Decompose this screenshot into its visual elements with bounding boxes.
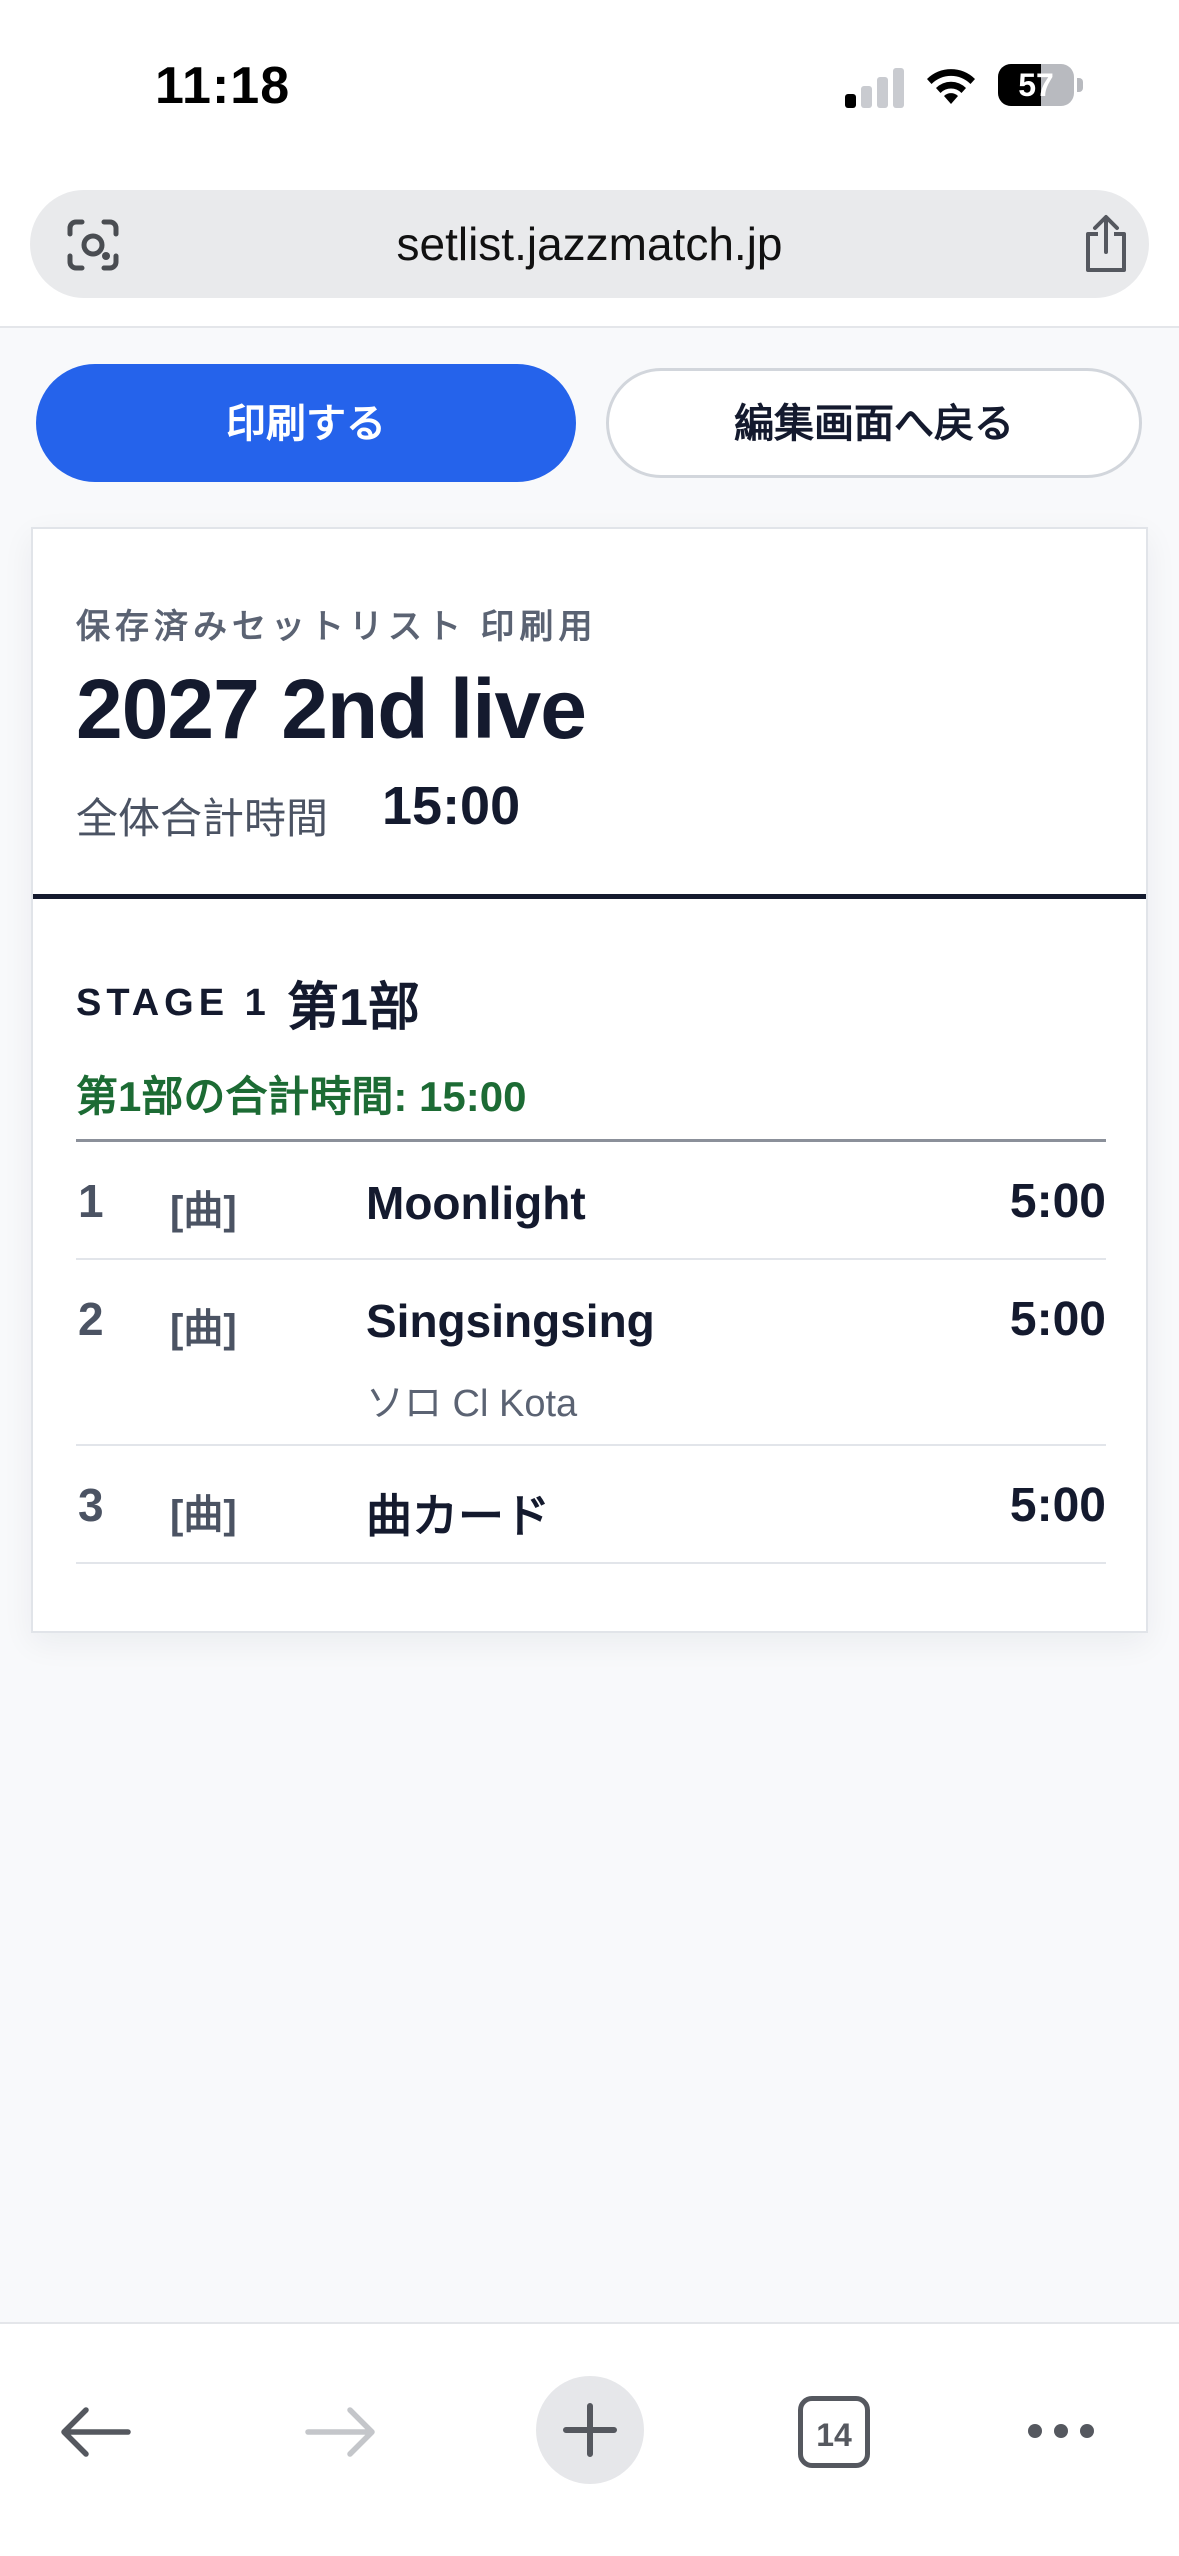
setlist-row: 1 [曲] Moonlight 5:00 [76,1142,1106,1260]
arrow-right-icon[interactable] [304,2406,378,2458]
song-title: Singsingsing [366,1295,655,1347]
address-bar-area: setlist.jazzmatch.jp [0,180,1179,328]
header-divider [33,894,1146,899]
song-title: Moonlight [366,1177,586,1229]
stage-name: 第1部 [287,979,420,1037]
song-title: 曲カード [366,1490,550,1542]
browser-toolbar: 14 [0,2322,1179,2556]
back-to-edit-button[interactable]: 編集画面へ戻る [606,368,1142,478]
battery-percent: 57 [1018,67,1054,103]
setlist-print-card: 保存済みセットリスト 印刷用 2027 2nd live 全体合計時間 15:0… [31,527,1148,1633]
setlist-table: 1 [曲] Moonlight 5:00 2 [曲] Singsingsing … [76,1142,1106,1564]
song-number: 1 [78,1175,104,1227]
new-tab-button[interactable] [536,2376,644,2484]
song-note: ソロ Cl Kota [366,1383,578,1425]
stage-total-time: 第1部の合計時間: 15:00 [76,1073,527,1120]
cellular-signal-icon [845,66,905,108]
song-type: [曲] [170,1307,237,1351]
url-text[interactable]: setlist.jazzmatch.jp [30,190,1149,298]
sheet-label: 保存済みセットリスト 印刷用 [76,608,598,646]
song-time: 5:00 [1009,1479,1106,1532]
print-button[interactable]: 印刷する [36,364,576,482]
battery-tip [1077,78,1083,92]
status-bar: 11:18 57 [0,0,1179,180]
sheet-title: 2027 2nd live [76,662,587,756]
tab-count: 14 [816,2417,852,2453]
wifi-icon [927,69,975,104]
setlist-row: 2 [曲] Singsingsing ソロ Cl Kota 5:00 [76,1260,1106,1446]
plus-icon [563,2403,617,2457]
song-type: [曲] [170,1189,237,1233]
overall-total-label: 全体合計時間 [76,795,329,842]
song-number: 2 [78,1293,104,1345]
battery-icon: 57 [998,64,1074,106]
song-time: 5:00 [1009,1175,1106,1228]
address-bar[interactable]: setlist.jazzmatch.jp [30,190,1149,298]
song-type: [曲] [170,1493,237,1537]
arrow-left-icon[interactable] [58,2406,132,2458]
overall-total-time: 15:00 [382,776,521,836]
share-icon[interactable] [1078,214,1134,274]
song-number: 3 [78,1479,104,1531]
more-icon[interactable] [1026,2420,1096,2442]
tabs-icon[interactable]: 14 [798,2396,870,2468]
stage-label: STAGE 1 [76,982,271,1024]
setlist-row: 3 [曲] 曲カード 5:00 [76,1446,1106,1564]
song-time: 5:00 [1009,1293,1106,1346]
status-time: 11:18 [155,57,291,115]
